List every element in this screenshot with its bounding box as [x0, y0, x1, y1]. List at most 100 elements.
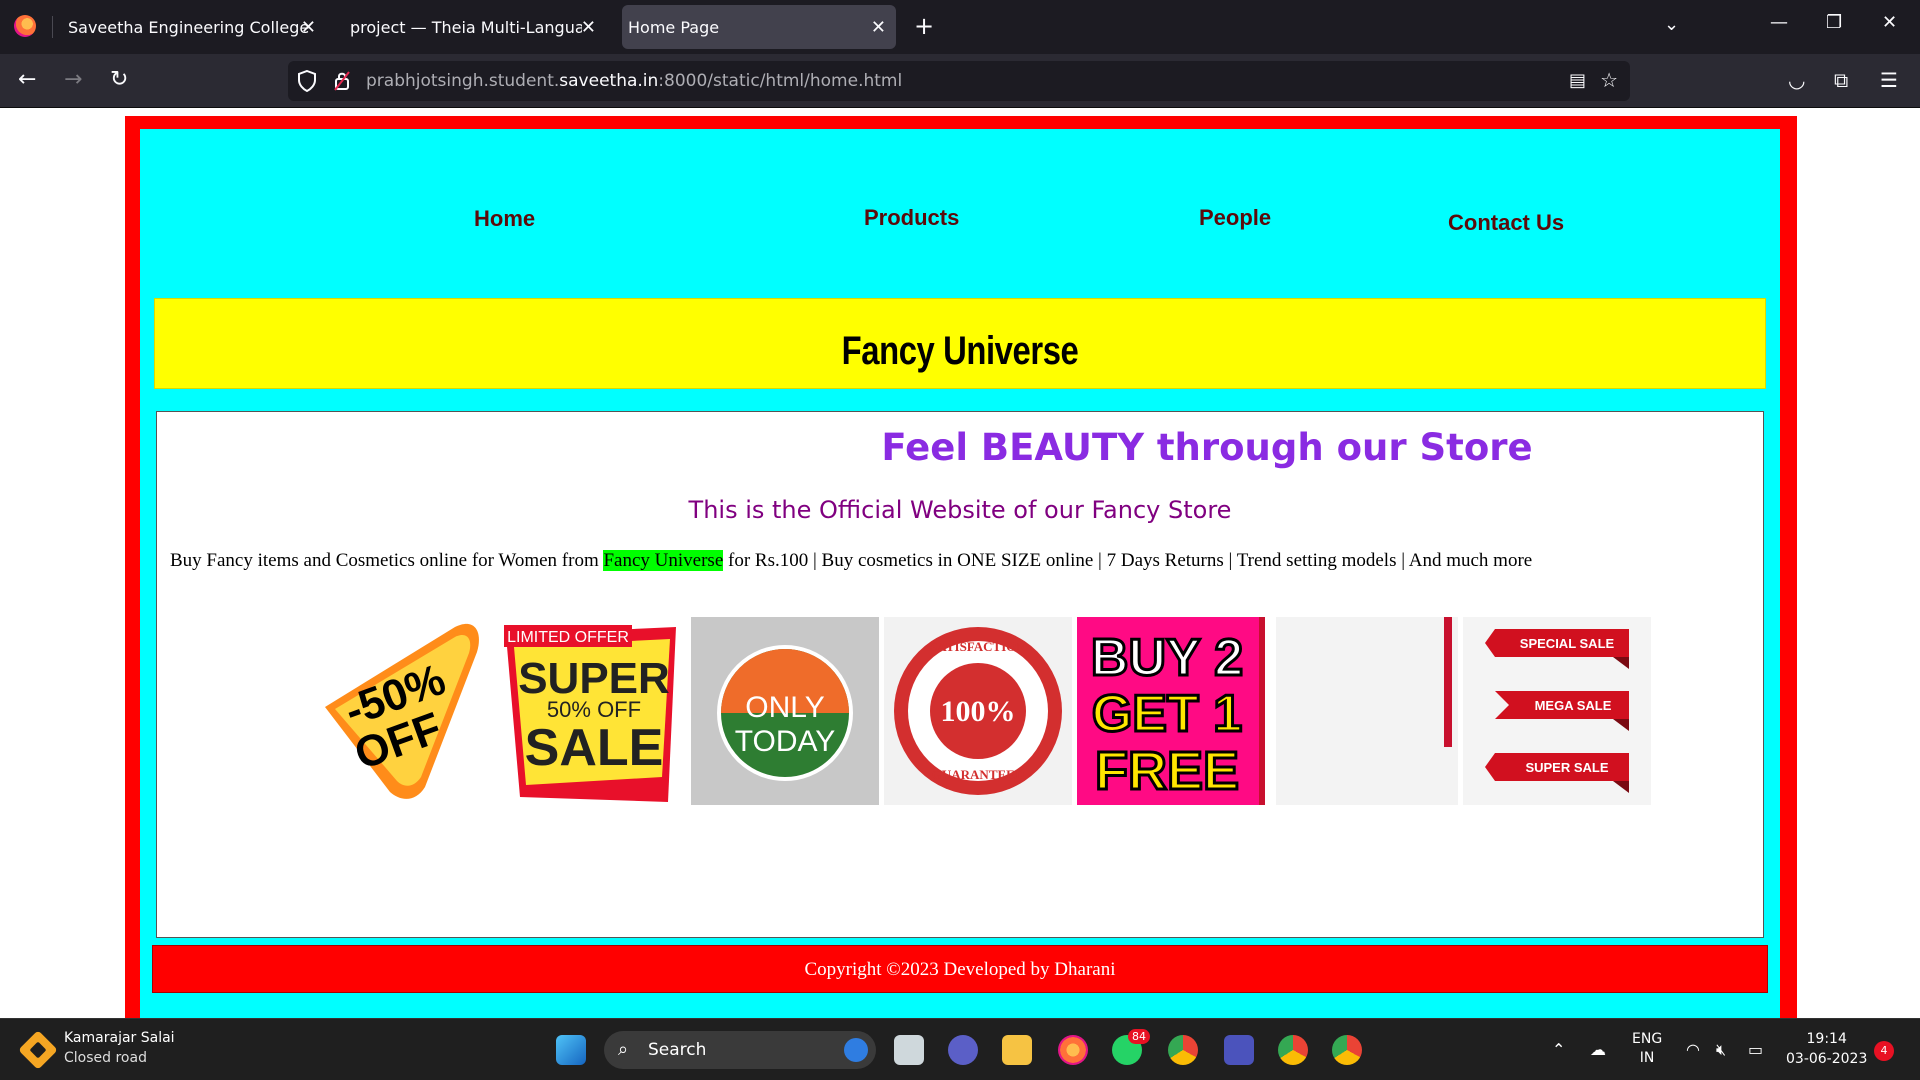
tab-theia[interactable]: project — Theia Multi-Language Ex ✕ [336, 5, 606, 49]
image-text: 100% [941, 695, 1016, 728]
bing-icon [844, 1038, 868, 1062]
image-text: ONLY [745, 691, 824, 724]
url-text[interactable]: prabhjotsingh.student.saveetha.in:8000/s… [366, 71, 902, 91]
file-explorer-icon[interactable] [1002, 1035, 1032, 1065]
page-red-frame: Home Products People Contact Us Fancy Un… [125, 116, 1797, 1018]
image-text: GET 1 [1092, 685, 1242, 743]
image-fifty-percent-off: -50% OFF [305, 617, 493, 805]
image-text: MEGA SALE [1535, 698, 1612, 713]
start-windows-icon[interactable] [556, 1035, 586, 1065]
page-cyan-panel: Home Products People Contact Us Fancy Un… [140, 129, 1780, 1018]
subheadline: This is the Official Website of our Fanc… [688, 496, 1232, 524]
nav-link-products[interactable]: Products [864, 205, 959, 231]
tab-separator [52, 16, 53, 38]
reader-view-icon[interactable]: ▤ [1569, 70, 1586, 91]
lock-icon[interactable] [334, 71, 350, 91]
url-host: saveetha.in [559, 71, 659, 91]
restore-icon[interactable]: ❐ [1826, 12, 1842, 33]
copyright-text: Copyright ©2023 Developed by Dharani [804, 959, 1116, 980]
image-text: TODAY [735, 725, 836, 758]
extensions-icon[interactable]: ⧉ [1834, 68, 1848, 92]
image-buy-2-get-1-free: BUY 2 GET 1 FREE [1077, 617, 1265, 805]
clock-time: 19:14 [1806, 1031, 1847, 1047]
image-satisfaction-guaranteed: SATISFACTION 100% GUARANTEED [884, 617, 1072, 805]
traffic-alert-icon[interactable] [18, 1030, 58, 1070]
footer: Copyright ©2023 Developed by Dharani [152, 945, 1768, 993]
bookmark-star-icon[interactable]: ☆ [1600, 68, 1618, 92]
list-all-tabs-chevron-icon[interactable]: ⌄ [1664, 14, 1679, 35]
url-prefix: prabhjotsingh.student. [366, 71, 560, 91]
content-box: Feel BEAUTY through our Store This is th… [156, 411, 1764, 938]
image-sale-ribbons: SPECIAL SALE MEGA SALE SUPER SALE [1463, 617, 1651, 805]
brand-banner: Fancy Universe [154, 298, 1766, 389]
teams-chat-icon[interactable] [948, 1035, 978, 1065]
close-window-icon[interactable]: ✕ [1882, 12, 1897, 33]
tab-home-page[interactable]: Home Page ✕ [622, 5, 896, 49]
image-text: FREE [1095, 741, 1239, 801]
onedrive-icon[interactable]: ☁ [1590, 1040, 1606, 1059]
task-view-icon[interactable] [894, 1035, 924, 1065]
taskbar-search[interactable]: ⌕ Search [604, 1031, 876, 1069]
minimize-icon[interactable]: — [1770, 12, 1788, 33]
image-text: SPECIAL SALE [1520, 636, 1615, 651]
chrome-profile-icon[interactable] [1332, 1035, 1362, 1065]
image-text: SATISFACTION [930, 639, 1026, 654]
reload-icon[interactable]: ↻ [110, 67, 128, 93]
image-only-today: ONLY TODAY [691, 617, 879, 805]
tracking-protection-shield-icon[interactable] [298, 70, 316, 92]
url-bar[interactable]: prabhjotsingh.student.saveetha.in:8000/s… [288, 61, 1630, 101]
battery-icon[interactable]: ▭ [1748, 1040, 1763, 1059]
widget-title[interactable]: Kamarajar Salai [64, 1030, 175, 1046]
forward-icon[interactable]: → [64, 67, 82, 93]
image-blank-banner [1270, 617, 1458, 805]
back-icon[interactable]: ← [18, 67, 36, 93]
region-code: IN [1639, 1050, 1655, 1066]
image-text: SALE [525, 719, 664, 777]
tab-title: Saveetha Engineering College [68, 17, 310, 37]
close-icon[interactable]: ✕ [871, 17, 886, 38]
image-text: GUARANTEED [932, 767, 1024, 782]
tab-title: Home Page [628, 17, 720, 37]
description: Buy Fancy items and Cosmetics online for… [170, 550, 1532, 572]
description-highlight: Fancy Universe [603, 550, 724, 571]
search-label: Search [648, 1040, 707, 1060]
widget-subtitle[interactable]: Closed road [64, 1050, 147, 1066]
nav-link-home[interactable]: Home [474, 206, 535, 232]
firefox-icon[interactable] [14, 15, 36, 37]
image-text: SUPER [518, 654, 670, 703]
teams-icon[interactable] [1224, 1035, 1254, 1065]
notification-badge[interactable]: 4 [1874, 1041, 1894, 1061]
language-code: ENG [1632, 1031, 1663, 1047]
headline: Feel BEAUTY through our Store [881, 426, 1533, 469]
nav-link-people[interactable]: People [1199, 205, 1271, 231]
browser-nav-bar: ← → ↻ prabhjotsingh.student.saveetha.in:… [0, 54, 1920, 108]
image-super-sale: LIMITED OFFER SUPER 50% OFF SALE [498, 617, 686, 805]
chrome-icon[interactable] [1168, 1035, 1198, 1065]
whatsapp-badge: 84 [1128, 1029, 1150, 1044]
firefox-taskbar-icon[interactable] [1058, 1035, 1088, 1065]
system-clock[interactable]: 19:14 03-06-2023 [1786, 1029, 1867, 1069]
image-text: LIMITED OFFER [507, 629, 629, 646]
language-indicator[interactable]: ENG IN [1632, 1030, 1662, 1068]
tab-saveetha[interactable]: Saveetha Engineering College ✕ [54, 5, 326, 49]
description-text: Buy Fancy items and Cosmetics online for… [170, 550, 604, 571]
url-path: :8000/static/html/home.html [658, 71, 903, 91]
chrome-profile-icon[interactable] [1278, 1035, 1308, 1065]
search-icon: ⌕ [618, 1039, 629, 1060]
tab-title: project — Theia Multi-Language Ex [350, 17, 582, 37]
nav-link-contact-us[interactable]: Contact Us [1448, 210, 1564, 236]
close-icon[interactable]: ✕ [301, 17, 316, 38]
close-icon[interactable]: ✕ [581, 17, 596, 38]
volume-muted-icon[interactable]: 🔇︎ [1716, 1040, 1726, 1060]
clock-date: 03-06-2023 [1786, 1051, 1868, 1067]
brand-title: Fancy Universe [841, 329, 1079, 373]
offer-image-row: -50% OFF LIMITED OFFER SUPER 50% OFF SAL… [305, 617, 1651, 805]
pocket-icon[interactable]: ◡ [1788, 68, 1805, 92]
web-page: Home Products People Contact Us Fancy Un… [0, 108, 1920, 1018]
new-tab-icon[interactable]: + [914, 12, 934, 40]
app-menu-icon[interactable]: ☰ [1880, 68, 1898, 92]
taskbar: Kamarajar Salai Closed road ⌕ Search 84 … [0, 1018, 1920, 1080]
wifi-icon[interactable]: ◠ [1686, 1040, 1700, 1059]
show-hidden-icons-chevron-icon[interactable]: ⌃ [1552, 1040, 1565, 1059]
image-text: SUPER SALE [1525, 760, 1608, 775]
